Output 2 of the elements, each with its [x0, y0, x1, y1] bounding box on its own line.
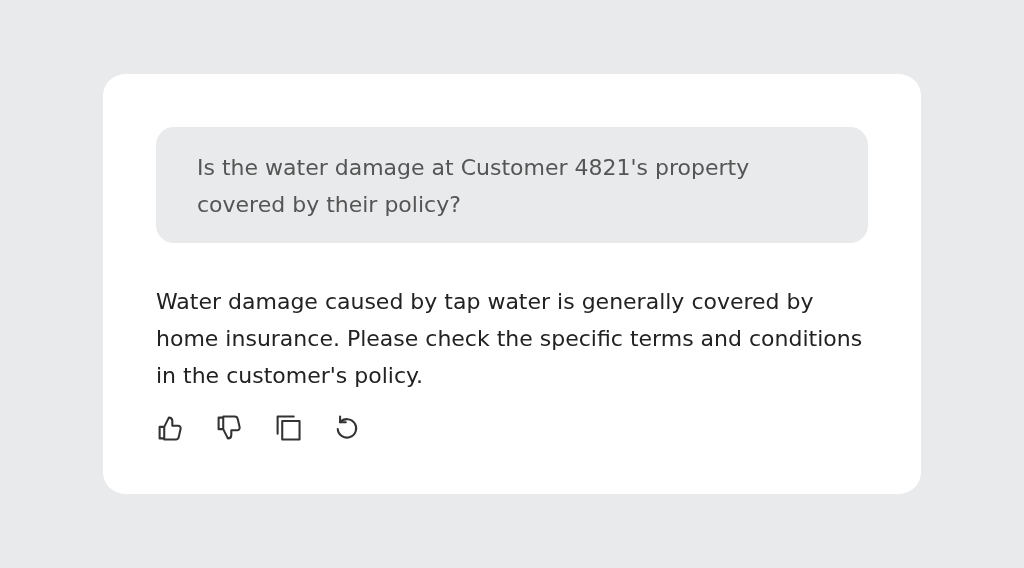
- user-message: Is the water damage at Customer 4821's property covered by their policy?: [156, 127, 868, 243]
- assistant-message: Water damage caused by tap water is generally covered by home insurance. Please check the specific terms and conditions in the customer's policy.: [156, 288, 864, 390]
